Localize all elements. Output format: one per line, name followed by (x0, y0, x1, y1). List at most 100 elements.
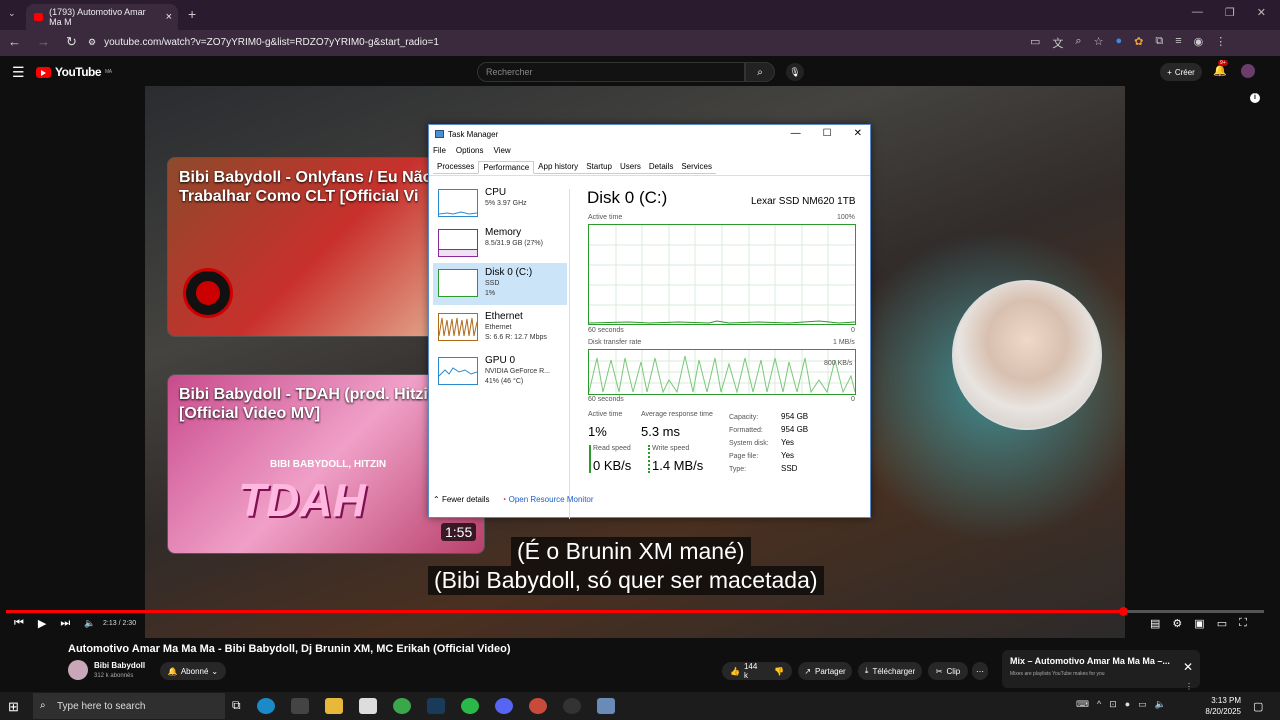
subscribed-button[interactable]: 🔔 Abonné ⌄ (160, 662, 226, 680)
extension-blue-icon[interactable]: ● (1115, 35, 1122, 51)
tm-close-icon[interactable]: ✕ (854, 128, 862, 139)
tm-minimize-icon[interactable]: — (791, 128, 801, 139)
perf-item-disk[interactable]: Disk 0 (C:) SSD 1% (433, 263, 567, 305)
mix-more-icon[interactable]: ⋮ (1185, 682, 1193, 691)
site-info-icon[interactable]: ⚙ (88, 37, 96, 48)
fullscreen-icon[interactable]: ⛶ (1239, 617, 1247, 630)
extension-orange-icon[interactable]: ✿ (1134, 35, 1143, 51)
reading-list-icon[interactable]: ≡ (1175, 35, 1181, 51)
response-time-label: Average response time (641, 411, 713, 418)
task-view-icon[interactable]: ⧉ (232, 698, 241, 714)
mail-icon[interactable] (358, 698, 377, 714)
next-icon[interactable]: ⏭ (60, 617, 70, 630)
volume-tray-icon[interactable]: 🔈 (1155, 699, 1166, 710)
info-icon[interactable]: i (1250, 93, 1260, 103)
back-icon[interactable]: ← (8, 34, 21, 50)
channel-name[interactable]: Bibi Babydoll (94, 661, 145, 670)
settings-gear-icon[interactable]: ⚙ (1172, 617, 1182, 630)
close-tab-icon[interactable]: × (166, 11, 172, 23)
network-icon[interactable]: ⊡ (1109, 699, 1117, 710)
edge-icon[interactable] (256, 698, 275, 714)
captions-icon[interactable]: ▤ (1150, 617, 1160, 630)
perf-item-ethernet[interactable]: Ethernet Ethernet S: 6.6 R: 12.7 Mbps (433, 307, 567, 349)
microphone-icon[interactable]: 🎙 (786, 63, 804, 81)
tm-maximize-icon[interactable]: ☐ (823, 128, 832, 139)
menu-options[interactable]: Options (456, 146, 484, 155)
task-manager-taskbar-icon[interactable] (596, 698, 615, 714)
active-time-graph (588, 224, 856, 325)
reload-icon[interactable]: ↻ (66, 34, 77, 50)
tab-details[interactable]: Details (644, 161, 678, 174)
extensions-icon[interactable]: ⧉ (1155, 35, 1163, 51)
miniplayer-icon[interactable]: ▣ (1194, 617, 1204, 630)
tab-processes[interactable]: Processes (433, 161, 479, 174)
write-speed-value: 1.4 MB/s (652, 458, 704, 473)
zoom-icon[interactable]: ⌕ (1075, 35, 1081, 51)
download-button[interactable]: ⤓ Télécharger (858, 662, 922, 680)
search-input[interactable]: Rechercher (477, 62, 745, 82)
perf-item-name: Disk 0 (C:) (485, 267, 533, 278)
tab-list-icon[interactable]: ⌄ (8, 8, 16, 19)
fewer-details-button[interactable]: ⌃ Fewer details (433, 495, 490, 504)
tab-services[interactable]: Services (677, 161, 717, 174)
browser-menu-icon[interactable]: ⋮ (1215, 35, 1226, 51)
windows-start-icon[interactable]: ⊞ (8, 699, 19, 715)
minimize-icon[interactable]: — (1192, 6, 1203, 19)
cast-icon[interactable]: ▭ (1030, 35, 1040, 51)
channel-avatar[interactable] (68, 660, 88, 680)
more-actions-icon[interactable]: ⋯ (972, 662, 988, 680)
clock-time: 3:13 PM (1211, 696, 1241, 705)
bookmark-star-icon[interactable]: ☆ (1094, 35, 1104, 51)
youtube-logo[interactable]: YouTube MA (36, 65, 112, 79)
close-mix-icon[interactable]: ✕ (1183, 660, 1193, 674)
steam-icon[interactable] (426, 698, 445, 714)
app-green-icon[interactable] (460, 698, 479, 714)
file-explorer-icon[interactable] (324, 698, 343, 714)
menu-view[interactable]: View (493, 146, 510, 155)
hamburger-menu-icon[interactable]: ☰ (12, 64, 25, 81)
perf-item-memory[interactable]: Memory 8.5/31.9 GB (27%) (433, 223, 567, 265)
theater-mode-icon[interactable]: ▭ (1217, 617, 1227, 630)
volume-icon[interactable]: 🔈 (84, 618, 95, 629)
address-bar[interactable]: ⚙ youtube.com/watch?v=ZO7yYRIM0-g&list=R… (80, 33, 1110, 52)
share-button[interactable]: ↗ Partager (798, 662, 852, 680)
browser-tab[interactable]: (1793) Automotivo Amar Ma M × (26, 4, 178, 30)
keyboard-icon[interactable]: ⌨ (1076, 699, 1089, 710)
close-window-icon[interactable]: ✕ (1257, 6, 1266, 19)
tab-startup[interactable]: Startup (582, 161, 616, 174)
chrome-icon[interactable] (392, 698, 411, 714)
create-button[interactable]: + Créer (1160, 63, 1202, 81)
perf-item-cpu[interactable]: CPU 5% 3.97 GHz (433, 183, 567, 225)
display-icon[interactable]: ▭ (1138, 699, 1147, 710)
tab-performance[interactable]: Performance (478, 161, 535, 174)
menu-file[interactable]: File (433, 146, 446, 155)
resource-monitor-link[interactable]: ◔ Open Resource Monitor (502, 495, 594, 504)
play-icon[interactable]: ▶ (38, 617, 46, 630)
clip-button[interactable]: ✂ Clip (928, 662, 968, 680)
mic-tray-icon[interactable]: ● (1125, 699, 1130, 710)
taskbar-clock[interactable]: 3:13 PM 8/20/2025 (1203, 695, 1241, 717)
previous-icon[interactable]: ⏮ (14, 617, 24, 630)
app-dark-icon[interactable] (562, 698, 581, 714)
profile-icon[interactable]: ◉ (1194, 35, 1204, 51)
search-icon[interactable]: ⌕ (745, 62, 775, 82)
thumbs-down-icon[interactable]: 👎 (774, 667, 784, 676)
tab-users[interactable]: Users (615, 161, 645, 174)
taskbar-search-input[interactable]: Type here to search (33, 693, 225, 719)
discord-icon[interactable] (494, 698, 513, 714)
disk-model: Lexar SSD NM620 1TB (751, 196, 856, 207)
translate-icon[interactable]: 文 (1052, 35, 1063, 51)
restore-icon[interactable]: ❐ (1225, 6, 1235, 19)
perf-item-gpu[interactable]: GPU 0 NVIDIA GeForce R... 41% (46 °C) (433, 351, 567, 393)
store-icon[interactable] (290, 698, 309, 714)
perf-item-detail: SSD (485, 280, 500, 287)
like-button[interactable]: 👍 144 k 👎 (722, 662, 792, 680)
notification-center-icon[interactable]: ▢ (1253, 700, 1263, 713)
tab-app-history[interactable]: App history (534, 161, 583, 174)
chevron-up-icon[interactable]: ^ (1097, 699, 1101, 710)
account-avatar[interactable] (1241, 64, 1255, 78)
new-tab-icon[interactable]: + (188, 6, 196, 22)
chrome-profile-icon[interactable] (528, 698, 547, 714)
scrubber-handle[interactable] (1119, 607, 1129, 616)
forward-icon[interactable]: → (37, 34, 50, 50)
